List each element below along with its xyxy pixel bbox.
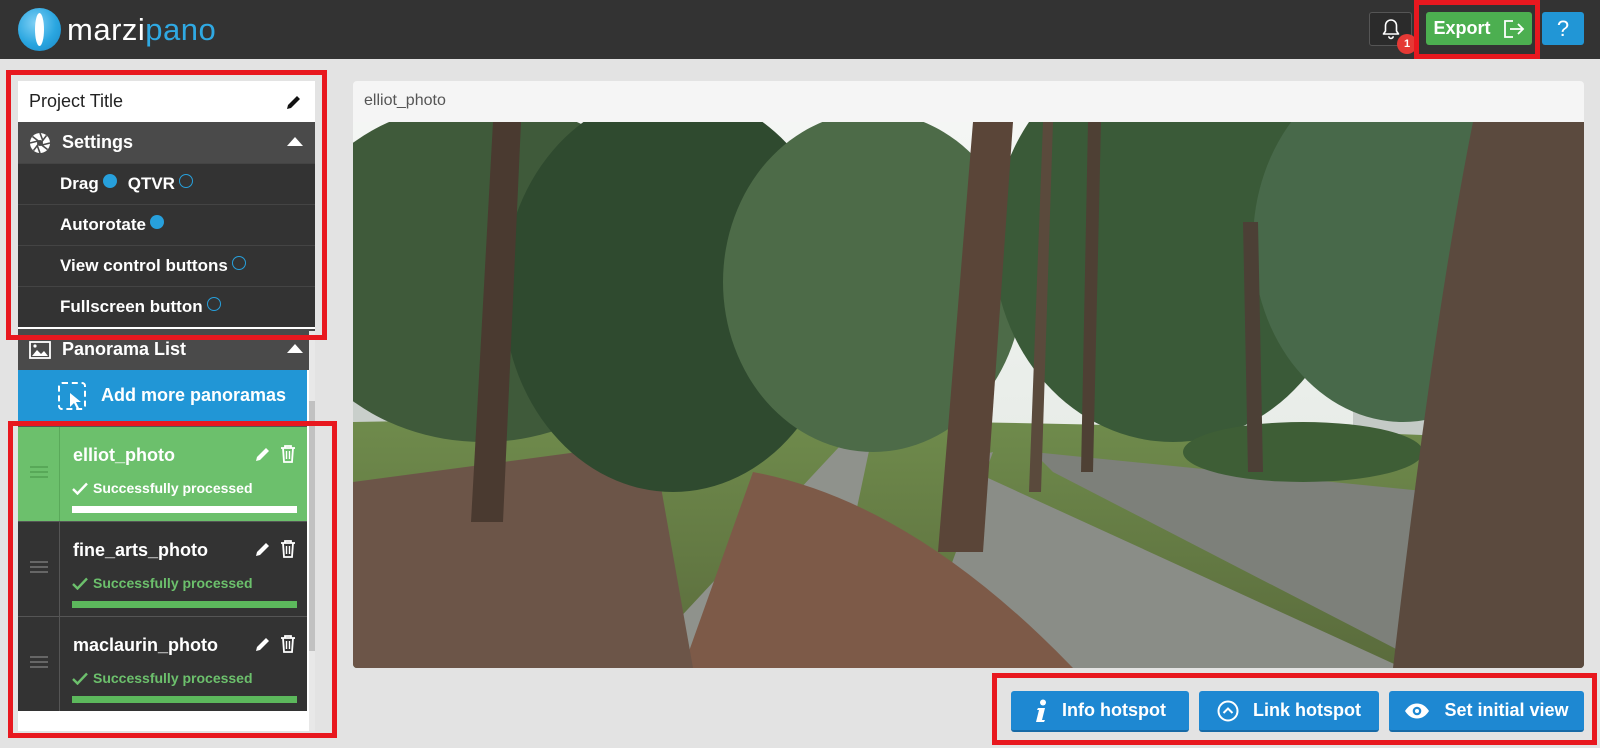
bell-icon — [1382, 19, 1399, 40]
logo-text: marzipano — [67, 14, 216, 45]
radio-drag[interactable] — [102, 174, 117, 188]
notifications-button[interactable]: 1 — [1369, 12, 1417, 54]
panorama-status-text: Successfully processed — [93, 480, 253, 496]
image-icon — [29, 339, 51, 361]
edit-pencil-icon[interactable] — [254, 445, 272, 463]
option-fullscreen-label: Fullscreen button — [60, 297, 203, 316]
settings-label: Settings — [62, 132, 134, 152]
help-button[interactable]: ? — [1542, 12, 1584, 45]
panorama-view[interactable] — [353, 81, 1584, 668]
panorama-status-text: Successfully processed — [93, 575, 253, 591]
drag-handle-icon[interactable] — [18, 617, 60, 711]
add-panoramas-label: Add more panoramas — [101, 385, 287, 405]
radio-qtvr[interactable] — [178, 174, 193, 188]
settings-header[interactable]: Settings — [18, 122, 315, 163]
panorama-item-fine-arts-photo[interactable]: fine_arts_photo Successfully processed — [18, 521, 307, 616]
logo-text-part2: pano — [145, 11, 217, 47]
panorama-viewer: elliot_photo — [353, 81, 1584, 668]
logo-text-part1: marzi — [67, 11, 146, 47]
set-initial-view-button[interactable]: Set initial view — [1389, 691, 1584, 732]
project-title: Project Title — [29, 91, 124, 111]
aperture-icon — [29, 132, 51, 154]
set-initial-view-label: Set initial view — [1444, 700, 1569, 720]
option-row-autorotate[interactable]: Autorotate — [18, 204, 315, 245]
link-hotspot-button[interactable]: Link hotspot — [1199, 691, 1379, 732]
edit-pencil-icon[interactable] — [254, 635, 272, 653]
panorama-status-text: Successfully processed — [93, 670, 253, 686]
panorama-item-elliot-photo[interactable]: elliot_photo Successfully processed — [18, 426, 307, 521]
checkmark-icon — [72, 577, 88, 590]
drag-handle-icon[interactable] — [18, 522, 60, 616]
panorama-image[interactable] — [353, 81, 1584, 668]
add-selection-icon — [58, 381, 86, 410]
link-hotspot-icon — [1217, 700, 1239, 721]
panorama-name: elliot_photo — [73, 445, 175, 465]
checkmark-icon — [72, 482, 88, 495]
progress-bar — [72, 601, 297, 608]
progress-bar — [72, 506, 297, 513]
export-label: Export — [1433, 18, 1491, 38]
option-drag-label[interactable]: Drag — [60, 174, 99, 194]
info-hotspot-button[interactable]: Info hotspot — [1011, 691, 1189, 732]
option-row-mode: Drag QTVR — [18, 163, 315, 204]
eye-icon — [1405, 703, 1430, 718]
option-qtvr-label[interactable]: QTVR — [128, 174, 175, 194]
toggle-view-controls[interactable] — [231, 256, 246, 270]
project-title-row[interactable]: Project Title — [18, 81, 315, 122]
option-row-view-controls[interactable]: View control buttons — [18, 245, 315, 286]
checkmark-icon — [72, 672, 88, 685]
collapse-arrow-icon[interactable] — [287, 137, 303, 146]
panorama-status: Successfully processed — [72, 670, 253, 686]
edit-pencil-icon[interactable] — [254, 540, 272, 558]
progress-bar — [72, 696, 297, 703]
pencil-icon[interactable] — [285, 93, 303, 111]
add-panoramas-button[interactable]: Add more panoramas — [18, 370, 307, 421]
top-bar: marzipano 1 Export ? — [0, 0, 1600, 59]
panorama-list-scrollbar[interactable] — [309, 331, 315, 731]
option-autorotate-label: Autorotate — [60, 215, 146, 234]
panorama-name: fine_arts_photo — [73, 540, 209, 560]
viewer-title: elliot_photo — [364, 92, 446, 109]
panorama-name: maclaurin_photo — [73, 635, 219, 655]
trash-icon[interactable] — [280, 445, 296, 463]
scrollbar-thumb[interactable] — [309, 401, 315, 651]
marzipano-logo-icon — [18, 7, 61, 51]
panorama-item-maclaurin-photo[interactable]: maclaurin_photo Successfully processed — [18, 616, 307, 711]
panorama-list-label: Panorama List — [62, 339, 187, 359]
notification-count-badge: 1 — [1397, 34, 1417, 54]
sidebar: Project Title Settings Drag QTVR Autorot… — [18, 81, 315, 731]
toggle-fullscreen[interactable] — [206, 297, 221, 311]
toggle-autorotate[interactable] — [149, 215, 164, 229]
export-button[interactable]: Export — [1426, 12, 1532, 45]
export-icon — [1503, 19, 1524, 38]
drag-handle-icon[interactable] — [18, 427, 60, 521]
info-hotspot-label: Info hotspot — [1062, 700, 1166, 720]
option-view-controls-label: View control buttons — [60, 256, 228, 275]
trash-icon[interactable] — [280, 540, 296, 558]
panorama-status: Successfully processed — [72, 480, 253, 496]
app-logo[interactable]: marzipano — [18, 7, 216, 51]
option-row-fullscreen[interactable]: Fullscreen button — [18, 286, 315, 327]
info-icon — [1036, 699, 1047, 722]
panorama-list-header[interactable]: Panorama List — [18, 329, 315, 370]
link-hotspot-label: Link hotspot — [1253, 700, 1361, 720]
trash-icon[interactable] — [280, 635, 296, 653]
collapse-arrow-icon[interactable] — [287, 344, 303, 353]
panorama-status: Successfully processed — [72, 575, 253, 591]
